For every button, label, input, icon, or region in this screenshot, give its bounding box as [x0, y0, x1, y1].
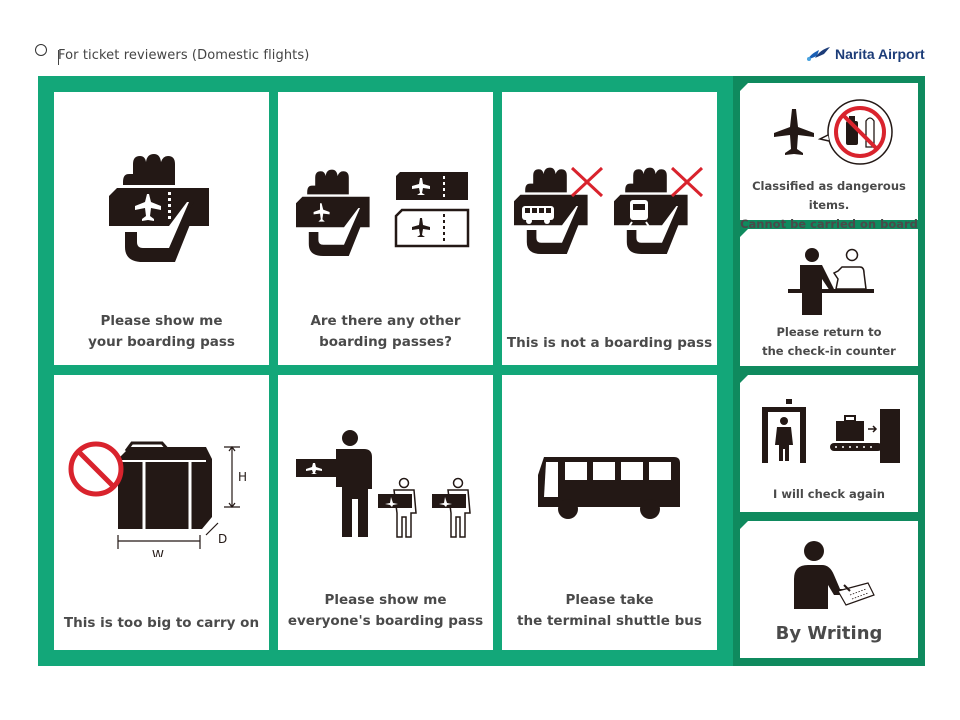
caption-line: Classified as dangerous items.	[752, 179, 906, 212]
panel-shuttle-bus: Please take the terminal shuttle bus	[502, 375, 717, 650]
oversized-suitcase-prohibited-icon: H W D	[68, 441, 247, 557]
panel-caption: Are there any other boarding passes?	[278, 311, 493, 353]
panel-caption: I will check again	[740, 485, 918, 504]
hand-holding-boarding-pass-icon	[109, 154, 209, 262]
multiple-boarding-passes-icon	[296, 169, 470, 256]
panel-notch	[740, 375, 748, 383]
airport-bird-logo-icon	[807, 47, 830, 61]
panel-caption: Please return to the check-in counter	[740, 323, 918, 361]
caption-line: the check-in counter	[762, 344, 896, 358]
panel-caption: Please show me your boarding pass	[54, 311, 269, 353]
side-panel-check-again: I will check again	[740, 375, 918, 512]
panel-notch	[740, 521, 748, 529]
side-panel-dangerous-items: Classified as dangerous items. Cannot be…	[740, 83, 918, 231]
radio-button[interactable]	[35, 44, 47, 56]
caption-line: This is not a boarding pass	[506, 335, 713, 351]
caption-line: Are there any other	[310, 313, 461, 329]
security-check-icon	[762, 399, 900, 463]
caption-line: I will check again	[773, 487, 885, 501]
caption-line: the terminal shuttle bus	[517, 613, 702, 629]
side-panel-by-writing: By Writing	[740, 521, 918, 658]
depth-label: D	[218, 532, 227, 546]
panel-caption: Please show me everyone's boarding pass	[278, 590, 493, 632]
caption-line: This is too big to carry on	[63, 615, 260, 631]
panel-caption: This is not a boarding pass	[502, 333, 717, 354]
caption-line: Please show me	[324, 592, 447, 608]
shuttle-bus-icon	[538, 457, 680, 519]
panel-show-boarding-pass: Please show me your boarding pass	[54, 92, 269, 365]
caption-line: Please return to	[776, 325, 882, 339]
caption-line: boarding passes?	[319, 334, 452, 350]
panel-other-boarding-passes: Are there any other boarding passes?	[278, 92, 493, 365]
panel-too-big: H W D This is too big to carry on	[54, 375, 269, 650]
narita-airport-logo: Narita Airport	[805, 46, 925, 62]
logo-text: Narita Airport	[835, 46, 925, 62]
caption-line: By Writing	[775, 623, 883, 644]
caption-line: Please take	[565, 592, 654, 608]
caption-line: your boarding pass	[88, 334, 235, 350]
dangerous-items-prohibited-icon	[774, 99, 893, 165]
panel-everyone-boarding-pass: Please show me everyone's boarding pass	[278, 375, 493, 650]
page-title: For ticket reviewers (Domestic flights)	[58, 48, 310, 63]
side-panel-return-check-in: Please return to the check-in counter	[740, 229, 918, 366]
panel-not-boarding-pass: This is not a boarding pass	[502, 92, 717, 365]
group-boarding-passes-icon	[296, 430, 471, 538]
panel-caption: This is too big to carry on	[54, 613, 269, 634]
panel-notch	[740, 83, 748, 91]
panel-caption: By Writing	[740, 621, 918, 647]
height-label: H	[238, 470, 247, 484]
caption-line: everyone's boarding pass	[287, 613, 484, 629]
panel-notch	[740, 229, 748, 237]
check-in-counter-icon	[788, 248, 874, 315]
person-writing-icon	[794, 541, 875, 609]
panel-caption: Classified as dangerous items. Cannot be…	[740, 177, 918, 234]
bus-train-ticket-crossed-icon	[514, 166, 704, 254]
panel-caption: Please take the terminal shuttle bus	[502, 590, 717, 632]
caption-line: Please show me	[100, 313, 223, 329]
width-label: W	[152, 548, 164, 557]
